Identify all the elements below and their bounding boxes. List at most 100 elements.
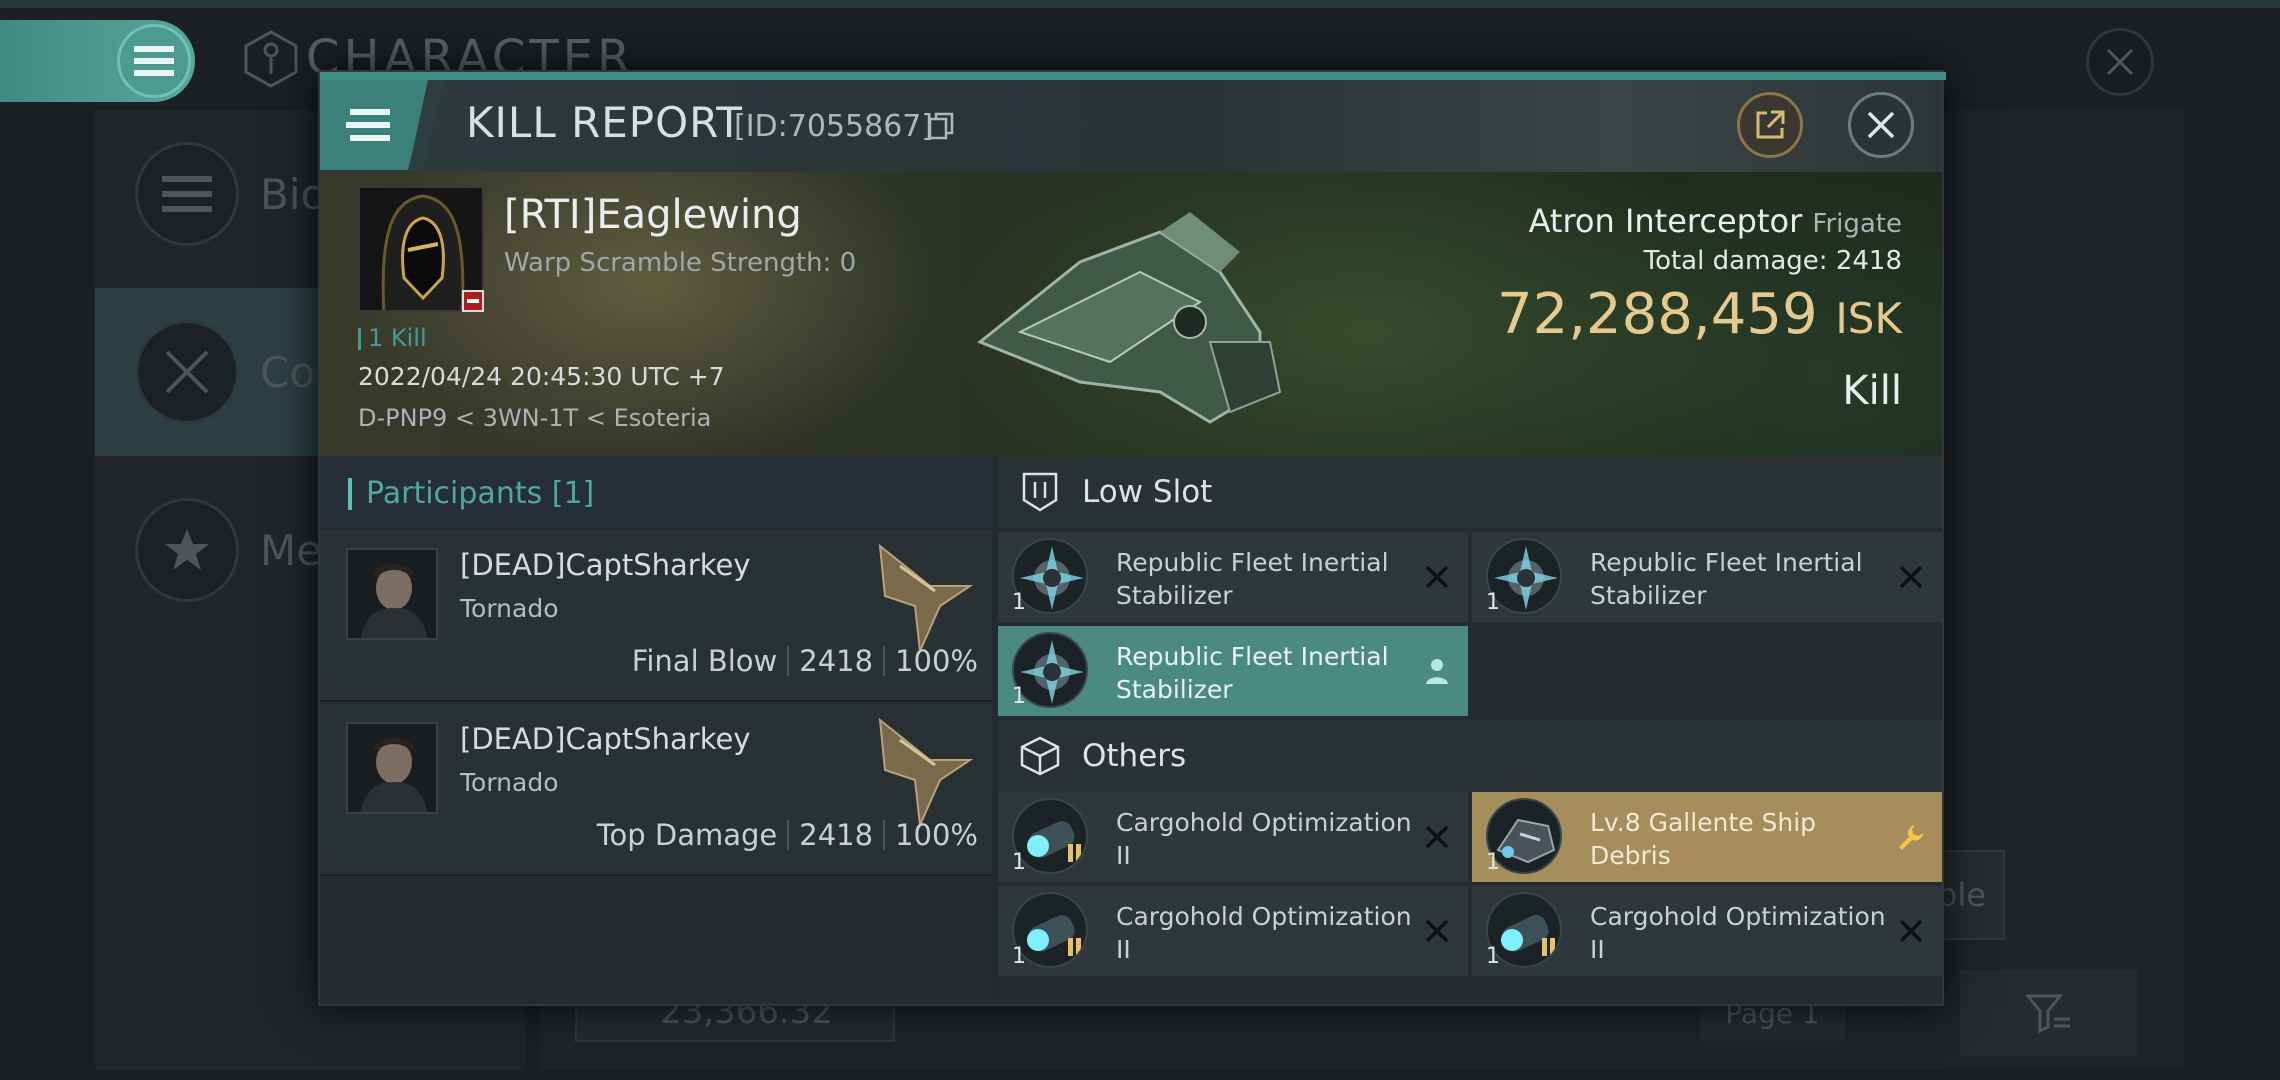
kill-report-modal: KILL REPORT [ID:7055867] [RTI]Eaglewing … xyxy=(318,70,1946,1006)
top-strip xyxy=(0,0,2280,8)
destroyed-x-icon xyxy=(1422,562,1452,592)
separator xyxy=(883,820,886,850)
item-quantity: 1 xyxy=(1012,850,1026,875)
item-name: Cargohold Optimization II xyxy=(1590,902,1886,964)
participant-avatar xyxy=(346,722,438,814)
item-quantity: 1 xyxy=(1486,944,1500,969)
destroyed-x-icon xyxy=(1422,916,1452,946)
item-name: Republic Fleet Inertial Stabilizer xyxy=(1116,642,1389,704)
others-header: Others xyxy=(998,720,1942,792)
bio-icon xyxy=(135,142,239,246)
others-title: Others xyxy=(1082,738,1187,774)
item-quantity: 1 xyxy=(1486,850,1500,875)
participant-percent: 100% xyxy=(895,644,978,678)
isk-unit: ISK xyxy=(1835,294,1902,343)
isk-value: 72,288,459 xyxy=(1496,282,1818,347)
participants-title: Participants [1] xyxy=(366,476,595,511)
isk-value-line: 72,288,459 ISK xyxy=(1497,282,1902,347)
participant-ship-image xyxy=(870,536,980,656)
share-icon xyxy=(1756,110,1785,139)
ship-class: Frigate xyxy=(1812,209,1902,239)
participant-ship-image xyxy=(870,710,980,830)
bg-sidebar-label: Bio xyxy=(260,169,327,219)
status-badge xyxy=(462,290,484,312)
participants-panel: Participants [1] [DEAD]CaptSharkey Torna… xyxy=(320,456,992,1004)
other-item[interactable]: 1 Cargohold Optimization II xyxy=(998,886,1468,976)
victim-banner: [RTI]Eaglewing Warp Scramble Strength: 0… xyxy=(320,172,1942,456)
participant-avatar xyxy=(346,548,438,640)
other-item[interactable]: 1 Cargohold Optimization II xyxy=(998,792,1468,882)
separator xyxy=(883,646,886,676)
total-damage-value: 2418 xyxy=(1835,246,1902,276)
item-quantity: 1 xyxy=(1486,590,1500,615)
participant-percent: 100% xyxy=(895,818,978,852)
menu-icon xyxy=(117,24,191,98)
item-name: Republic Fleet Inertial Stabilizer xyxy=(1590,548,1863,610)
low-slot-icon xyxy=(1018,470,1062,514)
victim-ship-image xyxy=(960,192,1300,442)
participant-row[interactable]: [DEAD]CaptSharkey Tornado Top Damage 241… xyxy=(320,704,992,876)
bg-menu-button[interactable] xyxy=(0,20,195,102)
participant-name: [DEAD]CaptSharkey xyxy=(460,548,751,582)
participant-role: Final Blow xyxy=(631,644,778,678)
ship-name: Atron Interceptor xyxy=(1528,202,1803,240)
bg-close-button[interactable] xyxy=(2086,28,2154,96)
medal-icon xyxy=(135,498,239,602)
cargo-box-icon xyxy=(1018,734,1062,778)
item-name: Republic Fleet Inertial Stabilizer xyxy=(1116,548,1389,610)
low-slot-item[interactable]: 1 Republic Fleet Inertial Stabilizer xyxy=(998,532,1468,622)
share-button[interactable] xyxy=(1737,92,1803,158)
low-slot-title: Low Slot xyxy=(1082,474,1213,510)
header-marker xyxy=(348,478,352,510)
total-damage: Total damage: 2418 xyxy=(1644,246,1902,276)
menu-icon xyxy=(346,109,390,141)
kill-location: D-PNP9 < 3WN-1T < Esoteria xyxy=(358,404,712,432)
participants-header: Participants [1] xyxy=(320,456,992,528)
close-icon xyxy=(1867,111,1895,139)
participant-stats: Final Blow 2418 100% xyxy=(632,644,978,678)
low-slot-item[interactable]: 1 Republic Fleet Inertial Stabilizer xyxy=(1472,532,1942,622)
participant-row[interactable]: [DEAD]CaptSharkey Tornado Final Blow 241… xyxy=(320,530,992,702)
result-label: Kill xyxy=(1842,368,1902,414)
kill-datetime: 2022/04/24 20:45:30 UTC +7 xyxy=(358,362,725,391)
other-item[interactable]: 1 Cargohold Optimization II xyxy=(1472,886,1942,976)
kill-report-id: [ID:7055867] xyxy=(734,109,934,144)
person-icon xyxy=(1422,656,1452,686)
destroyed-x-icon xyxy=(1896,562,1926,592)
item-name: Cargohold Optimization II xyxy=(1116,808,1412,870)
participant-name: [DEAD]CaptSharkey xyxy=(460,722,751,756)
wrench-icon xyxy=(1896,822,1926,852)
low-slot-header: Low Slot xyxy=(998,456,1942,528)
separator xyxy=(787,820,790,850)
item-name: Lv.8 Gallente Ship Debris xyxy=(1590,808,1817,870)
kill-marker xyxy=(358,328,361,350)
item-quantity: 1 xyxy=(1012,590,1026,615)
swords-icon xyxy=(135,320,239,424)
modal-top-accent xyxy=(320,72,1946,80)
item-quantity: 1 xyxy=(1012,944,1026,969)
close-button[interactable] xyxy=(1848,92,1914,158)
total-damage-label: Total damage: xyxy=(1643,246,1828,276)
warp-scramble-strength: Warp Scramble Strength: 0 xyxy=(504,248,857,278)
participant-damage: 2418 xyxy=(799,644,874,678)
copy-icon[interactable] xyxy=(928,112,954,140)
participant-role: Top Damage xyxy=(596,818,778,852)
destroyed-x-icon xyxy=(1896,916,1926,946)
participant-ship: Tornado xyxy=(460,594,559,623)
item-quantity: 1 xyxy=(1012,684,1026,709)
other-item-salvage[interactable]: 1 Lv.8 Gallente Ship Debris xyxy=(1472,792,1942,882)
fitting-panel: Low Slot 1 Republic Fleet Inertial Stabi… xyxy=(998,456,1942,1004)
filter-icon[interactable] xyxy=(1960,970,2138,1056)
participant-damage: 2418 xyxy=(799,818,874,852)
bg-side-button[interactable]: ble xyxy=(1935,850,2005,940)
character-icon xyxy=(242,30,300,88)
kill-report-title: KILL REPORT xyxy=(466,98,743,147)
participant-ship: Tornado xyxy=(460,768,559,797)
kill-count: 1 Kill xyxy=(368,324,427,352)
low-slot-item-dropped[interactable]: 1 Republic Fleet Inertial Stabilizer xyxy=(998,626,1468,716)
victim-pilot-name[interactable]: [RTI]Eaglewing xyxy=(504,192,802,238)
item-name: Cargohold Optimization II xyxy=(1116,902,1412,964)
victim-ship-name: Atron Interceptor Frigate xyxy=(1529,202,1902,240)
destroyed-x-icon xyxy=(1422,822,1452,852)
separator xyxy=(787,646,790,676)
